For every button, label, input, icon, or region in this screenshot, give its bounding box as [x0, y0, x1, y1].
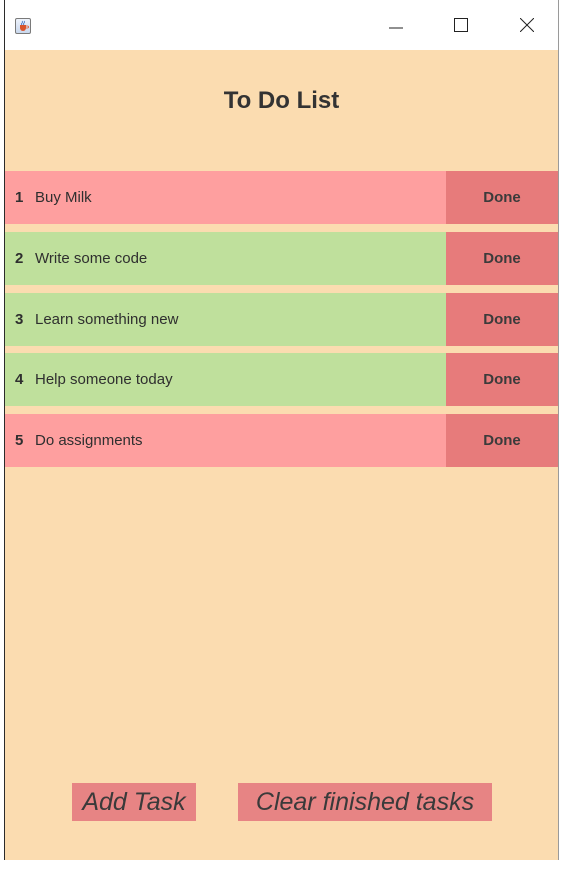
task-row: 5 Do assignments Done: [5, 414, 558, 467]
add-task-button[interactable]: Add Task: [72, 783, 196, 821]
page-title: To Do List: [223, 87, 340, 114]
task-text: Do assignments: [35, 432, 143, 449]
task-item[interactable]: 3 Learn something new: [5, 293, 446, 346]
close-button[interactable]: [504, 0, 550, 50]
task-row: 2 Write some code Done: [5, 232, 558, 285]
task-item[interactable]: 1 Buy Milk: [5, 171, 446, 224]
task-number: 1: [15, 189, 24, 206]
done-button[interactable]: Done: [446, 353, 558, 406]
minimize-button[interactable]: [373, 0, 419, 50]
title-bar[interactable]: [5, 0, 558, 50]
minimize-icon: [389, 27, 403, 29]
task-row: 4 Help someone today Done: [5, 353, 558, 406]
task-text: Write some code: [35, 250, 148, 267]
task-number: 4: [15, 371, 24, 388]
task-item[interactable]: 2 Write some code: [5, 232, 446, 285]
task-text: Learn something new: [35, 311, 179, 328]
task-number: 5: [15, 432, 24, 449]
task-item[interactable]: 4 Help someone today: [5, 353, 446, 406]
task-text: Help someone today: [35, 371, 173, 388]
task-row: 1 Buy Milk Done: [5, 171, 558, 224]
task-text: Buy Milk: [35, 189, 92, 206]
task-item[interactable]: 5 Do assignments: [5, 414, 446, 467]
task-row: 3 Learn something new Done: [5, 293, 558, 346]
done-button[interactable]: Done: [446, 232, 558, 285]
done-button[interactable]: Done: [446, 414, 558, 467]
maximize-icon: [454, 18, 468, 32]
task-number: 3: [15, 311, 24, 328]
app-window: To Do List 1 Buy Milk Done 2 Write some …: [4, 0, 559, 860]
clear-finished-button[interactable]: Clear finished tasks: [238, 783, 492, 821]
java-coffee-icon[interactable]: [15, 18, 31, 34]
done-button[interactable]: Done: [446, 293, 558, 346]
done-button[interactable]: Done: [446, 171, 558, 224]
task-number: 2: [15, 250, 24, 267]
maximize-button[interactable]: [438, 0, 484, 50]
close-icon: [520, 18, 534, 32]
